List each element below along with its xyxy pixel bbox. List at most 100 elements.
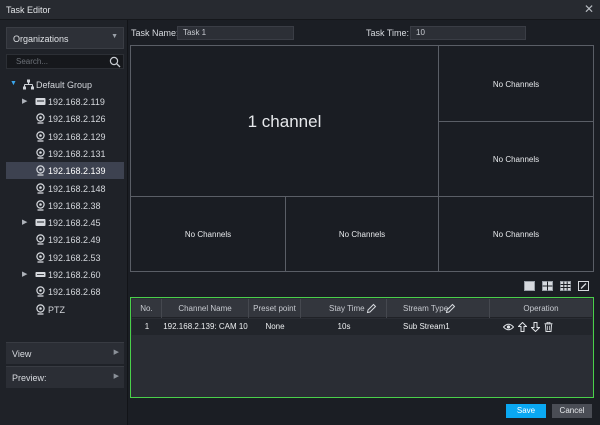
tree-item-device[interactable]: 192.168.2.129 [6,128,124,145]
video-window-4[interactable]: No Channels [130,196,286,272]
trash-icon[interactable] [544,322,553,332]
stay-time-header-label: Stay Time [329,304,365,313]
camera-icon [35,113,46,124]
column-header-no: No. [132,299,162,318]
organizations-label: Organizations [13,34,69,44]
tree-item-device[interactable]: 192.168.2.38 [6,197,124,214]
task-time-label: Task Time: [366,28,410,38]
nvr-icon [35,96,46,107]
camera-icon [35,286,46,297]
layout-2x2-icon[interactable] [542,281,553,291]
search-icon[interactable] [109,56,121,68]
cancel-button[interactable]: Cancel [552,404,592,418]
tree-item-label: 192.168.2.131 [48,148,106,159]
cell-stay-time[interactable]: 10s [301,319,387,335]
column-header-preset-point: Preset point [249,299,301,318]
close-icon[interactable]: ✕ [582,2,596,16]
window-titlebar: Task Editor ✕ [0,0,600,20]
move-down-icon[interactable] [531,322,540,332]
view-label: View [12,349,32,359]
tree-item-device[interactable]: ▶ 192.168.2.60 [6,266,124,283]
task-time-input[interactable]: 10 [410,26,526,40]
preview-section[interactable]: Preview: ▶ [6,366,124,388]
expand-right-icon[interactable]: ▶ [22,97,30,107]
tree-item-device[interactable]: 192.168.2.53 [6,249,124,266]
search-input[interactable] [7,55,107,68]
tree-item-device[interactable]: 192.168.2.126 [6,110,124,127]
layout-1x1-icon[interactable] [524,281,535,291]
eye-icon[interactable] [503,322,514,332]
tree-item-device[interactable]: 192.168.2.131 [6,145,124,162]
tree-item-label: 192.168.2.45 [48,218,101,229]
task-name-label: Task Name: [131,28,179,38]
no-channels-text: No Channels [492,230,540,239]
tree-item-device[interactable]: ▶ 192.168.2.119 [6,93,124,110]
pencil-icon[interactable] [445,303,456,314]
move-up-icon[interactable] [518,322,527,332]
no-channels-text: No Channels [338,230,386,239]
tree-item-label: 192.168.2.53 [48,252,101,263]
tree-item-label: 192.168.2.38 [48,200,101,211]
camera-icon [35,251,46,263]
save-button[interactable]: Save [506,404,546,418]
column-header-channel-name: Channel Name [162,299,249,318]
tree-item-device[interactable]: 192.168.2.49 [6,231,124,248]
tree-item-device[interactable]: 192.168.2.139 [6,162,124,180]
expand-right-icon[interactable]: ▶ [22,270,30,280]
camera-icon [35,148,46,159]
pencil-icon[interactable] [366,303,377,314]
no-channels-text: No Channels [492,80,540,89]
camera-icon [35,200,46,211]
task-name-input[interactable]: Task 1 [177,26,294,40]
tree-item-device[interactable]: 192.168.2.68 [6,283,124,300]
video-window-main[interactable]: 1 channel [130,45,439,197]
tree-item-label: 192.168.2.60 [48,270,101,280]
chevron-right-icon: ▶ [113,373,119,380]
cell-no: 1 [144,322,150,331]
no-channels-text: No Channels [492,155,540,164]
tree-item-label: 192.168.2.68 [48,287,101,298]
nvr-icon [35,217,46,228]
tree-item-device[interactable]: ▶ 192.168.2.45 [6,214,124,231]
stream-type-header-label: Stream Type [403,304,449,313]
tree-root-label: Default Group [36,80,93,90]
video-window-2[interactable]: No Channels [438,45,594,122]
camera-icon [35,165,46,176]
video-window-3[interactable]: No Channels [438,121,594,197]
camera-icon [35,303,46,315]
tree-item-label: 192.168.2.148 [48,183,106,194]
expand-down-icon[interactable]: ▼ [10,80,18,90]
search-box [6,54,124,69]
no-channels-text: No Channels [184,230,232,239]
video-window-5[interactable]: No Channels [285,196,439,272]
channel-count-text: 1 channel [247,112,322,131]
column-header-stream-type: Stream Type [387,299,490,318]
table-row[interactable]: 1 192.168.2.139: CAM 10 None 10s Sub Str… [132,319,592,335]
tree-item-device[interactable]: PTZ [6,301,124,318]
camera-icon [35,182,46,194]
expand-right-icon[interactable]: ▶ [22,218,30,228]
tree-item-label: 192.168.2.119 [48,97,105,107]
tree-item-label: 192.168.2.49 [48,235,101,246]
org-tree-icon [23,79,34,90]
tree-item-label: 192.168.2.139 [48,166,106,177]
window-title: Task Editor [6,5,51,15]
tree-item-label: PTZ [48,304,65,315]
recorder-icon [35,269,46,280]
tree-root-default-group[interactable]: ▼ Default Group [6,76,124,93]
cell-stream-type[interactable]: Sub Stream1 [387,319,490,335]
view-section[interactable]: View ▶ [6,342,124,364]
custom-layout-edit-icon[interactable] [578,281,589,291]
sidebar: Organizations ▼ ▼ Default Group ▶ 192.168… [0,20,128,425]
table-header: No. Channel Name Preset point Stay Time … [132,299,592,318]
layout-3x3-icon[interactable] [560,281,571,291]
channel-table: No. Channel Name Preset point Stay Time … [130,297,594,398]
tree-item-label: 192.168.2.129 [48,131,106,142]
chevron-right-icon: ▶ [113,349,119,356]
organizations-dropdown[interactable]: Organizations ▼ [6,27,124,49]
tree-item-device[interactable]: 192.168.2.148 [6,180,124,197]
preview-label: Preview: [12,373,47,383]
video-window-6[interactable]: No Channels [438,196,594,272]
chevron-down-icon: ▼ [111,33,118,40]
cell-preset-point[interactable]: None [249,319,301,335]
